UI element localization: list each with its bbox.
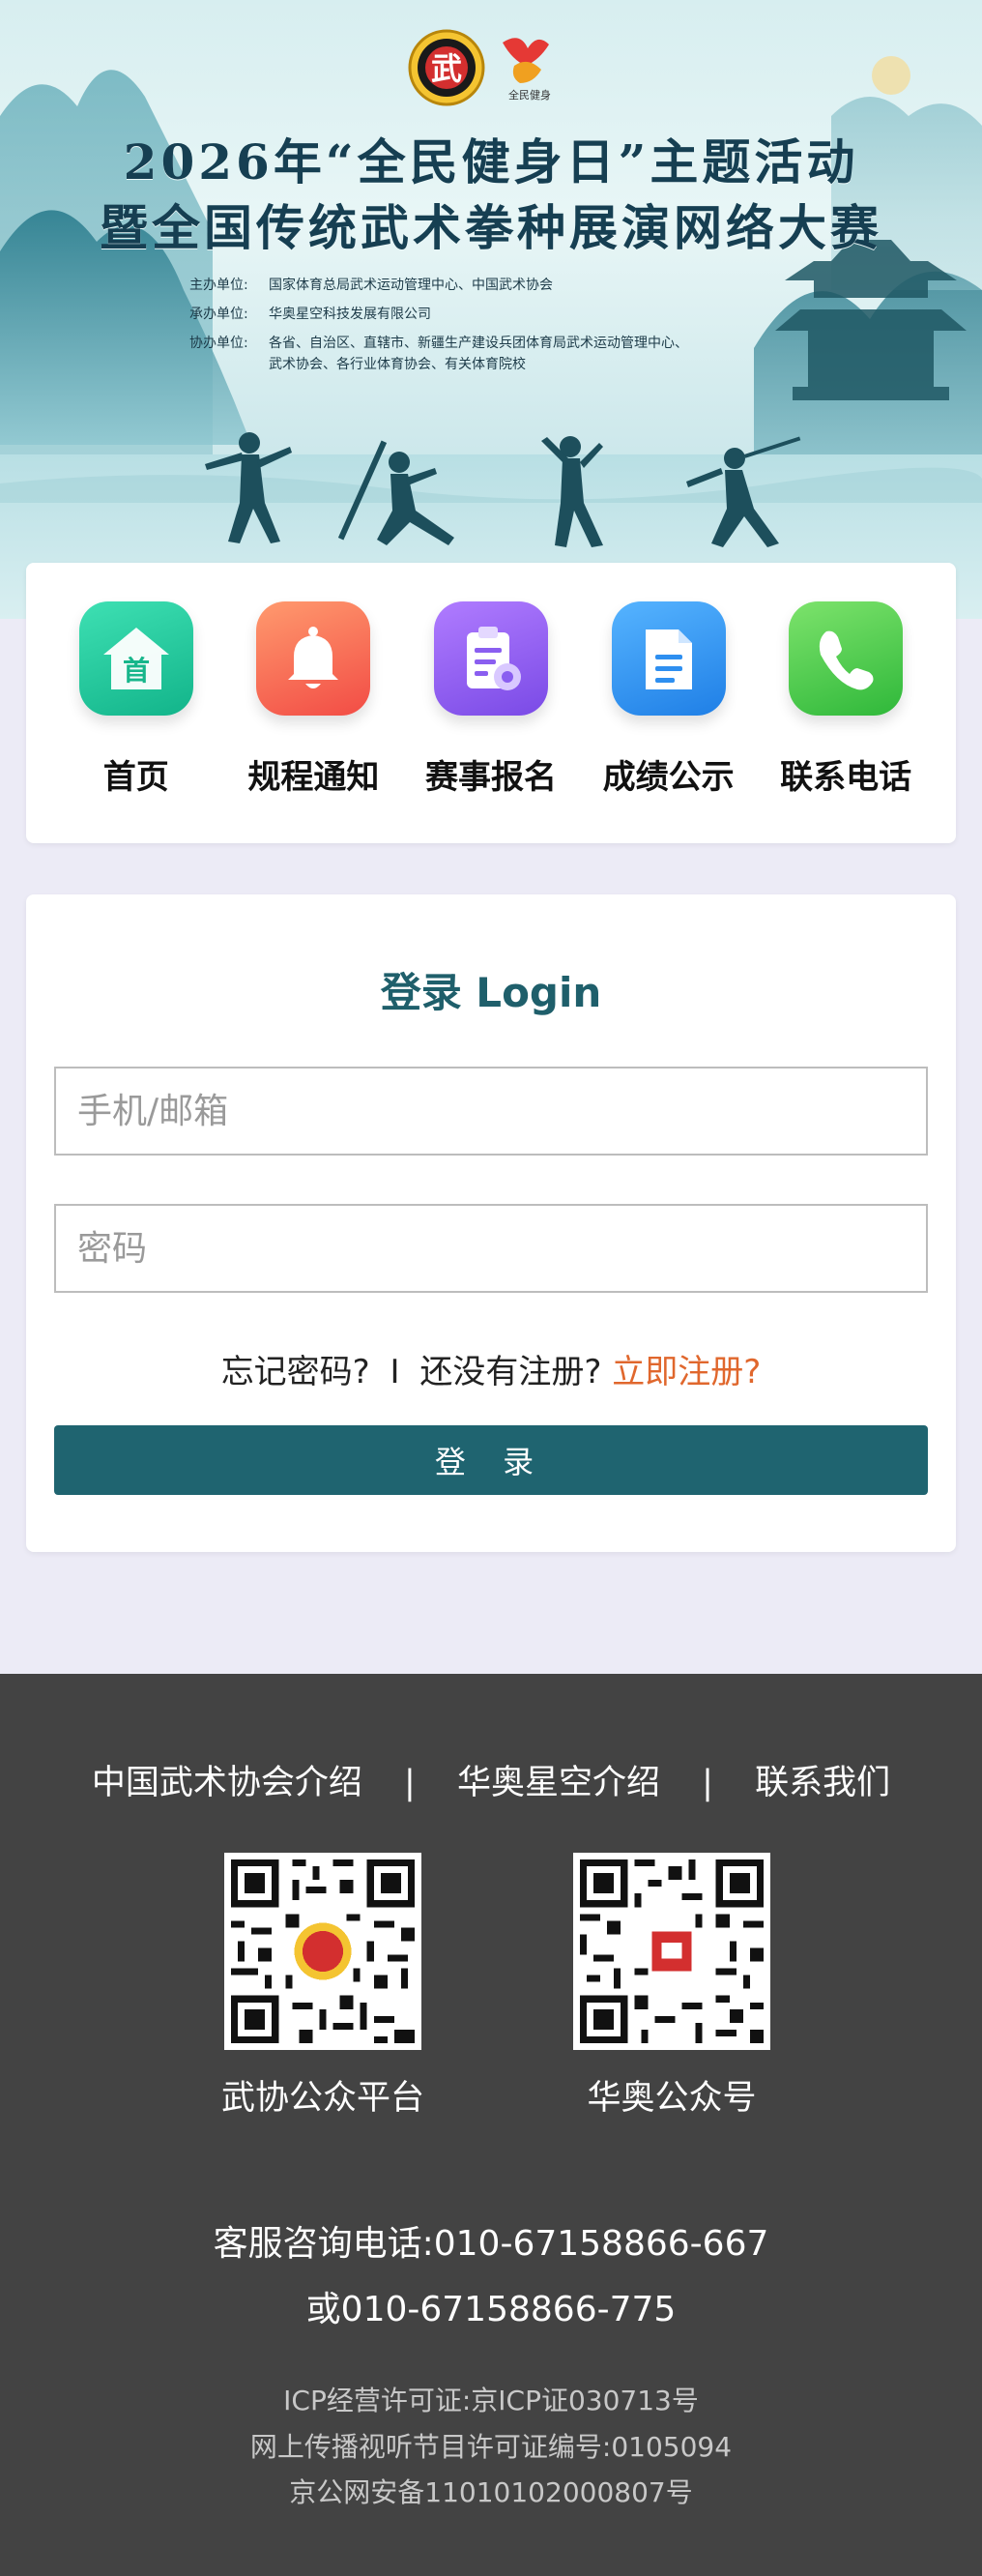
qr-label-wushu: 武协公众平台 [220, 2079, 424, 2118]
clipboard-gear-icon [433, 601, 548, 716]
nav-label: 赛事报名 [424, 758, 557, 797]
nav-item-register-event[interactable]: 赛事报名 [402, 601, 580, 843]
organizer-key: 协办单位: [189, 336, 248, 351]
home-icon: 首 [78, 601, 193, 716]
event-banner: 武 全民健身 2026年“全民健身日”主题活动 暨全国传统武术拳种展演网络大赛 … [0, 0, 982, 619]
phone-icon [789, 601, 904, 716]
organizer-value-line2: 武术协会、各行业体育协会、有关体育院校 [269, 357, 526, 372]
login-links: 忘记密码? I 还没有注册? 立即注册? [26, 1345, 956, 1392]
login-form: 登录 Login 忘记密码? I 还没有注册? 立即注册? 登 录 [26, 894, 956, 1552]
footer-link-huaao[interactable]: 华奥星空介绍 [457, 1764, 660, 1802]
qr-code-wushu [224, 1853, 421, 2050]
organizer-key: 主办单位: [189, 278, 248, 293]
svg-text:武: 武 [431, 50, 462, 87]
svg-text:首: 首 [123, 655, 150, 687]
forgot-password-link[interactable]: 忘记密码? [221, 1353, 370, 1391]
icp-license: ICP经营许可证:京ICP证030713号 [283, 2385, 699, 2416]
banner-title-line2: 暨全国传统武术拳种展演网络大赛 [100, 199, 882, 256]
public-security-record: 京公网安备11010102000807号 [289, 2476, 693, 2508]
av-license: 网上传播视听节目许可证编号:0105094 [249, 2431, 733, 2463]
quick-nav: 首 首页 规程通知 赛事报名 成绩公示 联系电话 [26, 563, 956, 843]
username-field[interactable] [54, 1067, 928, 1156]
footer-links: 中国武术协会介绍 | 华奥星空介绍 | 联系我们 [0, 1755, 982, 1804]
link-divider: I [390, 1353, 400, 1391]
not-registered-text: 还没有注册? [419, 1353, 602, 1391]
site-footer: 中国武术协会介绍 | 华奥星空介绍 | 联系我们 武协公众平台 华奥公众号 客服… [0, 1674, 982, 2576]
qr-code-huaao [573, 1853, 770, 2050]
footer-separator: | [702, 1764, 713, 1802]
footer-link-wushu-association[interactable]: 中国武术协会介绍 [92, 1764, 362, 1802]
nav-label: 首页 [102, 758, 169, 797]
document-icon [611, 601, 726, 716]
nav-item-contact[interactable]: 联系电话 [757, 601, 935, 843]
organizer-value: 各省、自治区、直辖市、新疆生产建设兵团体育局武术运动管理中心、 [269, 336, 688, 351]
nav-item-results[interactable]: 成绩公示 [580, 601, 758, 843]
organizer-co-organizer: 协办单位: 各省、自治区、直辖市、新疆生产建设兵团体育局武术运动管理中心、 武术协… [189, 333, 688, 375]
organizer-value: 华奥星空科技发展有限公司 [269, 307, 431, 322]
organizer-host: 主办单位: 国家体育总局武术运动管理中心、中国武术协会 [189, 275, 553, 296]
hotline-secondary: 或010-67158866-775 [305, 2290, 677, 2329]
footer-link-contact[interactable]: 联系我们 [755, 1764, 890, 1802]
bell-icon [256, 601, 371, 716]
event-logos: 武 全民健身 [406, 27, 580, 110]
nav-item-notice[interactable]: 规程通知 [225, 601, 403, 843]
register-link[interactable]: 立即注册? [612, 1353, 761, 1391]
login-button[interactable]: 登 录 [54, 1425, 928, 1495]
banner-title-line1: 2026年“全民健身日”主题活动 [123, 133, 859, 190]
login-title: 登录 Login [380, 969, 602, 1016]
footer-separator: | [404, 1764, 416, 1802]
nav-item-home[interactable]: 首 首页 [47, 601, 225, 843]
hotline-primary: 客服咨询电话:010-67158866-667 [213, 2224, 769, 2264]
organizer-value: 国家体育总局武术运动管理中心、中国武术协会 [269, 278, 553, 293]
organizer-undertaker: 承办单位: 华奥星空科技发展有限公司 [189, 304, 431, 325]
password-field[interactable] [54, 1204, 928, 1293]
nav-label: 联系电话 [780, 758, 912, 797]
nav-label: 规程通知 [247, 758, 380, 797]
qr-label-huaao: 华奥公众号 [587, 2079, 757, 2118]
svg-text:全民健身: 全民健身 [508, 88, 551, 102]
organizer-key: 承办单位: [189, 307, 248, 322]
nav-label: 成绩公示 [602, 758, 735, 797]
